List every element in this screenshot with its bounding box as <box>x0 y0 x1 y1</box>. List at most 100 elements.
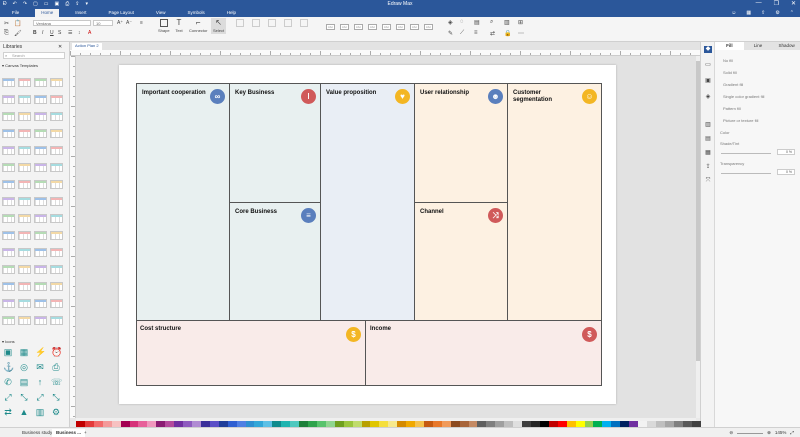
template-thumbnail[interactable] <box>34 112 47 121</box>
printer-icon[interactable]: ⎙ <box>51 362 61 372</box>
underline-icon[interactable]: U <box>50 30 54 36</box>
style-swatch-3[interactable]: Abc <box>354 24 363 30</box>
bullets-icon[interactable]: ☰ <box>68 30 72 36</box>
template-thumbnail[interactable] <box>2 282 15 291</box>
section-header-icons[interactable]: ▾ Icons <box>2 339 15 344</box>
chart-up-icon[interactable]: ▲ <box>19 407 29 417</box>
library-close-icon[interactable]: ✕ <box>58 44 62 50</box>
template-thumbnail[interactable] <box>18 146 31 155</box>
option-no-fill[interactable]: No fill <box>723 58 733 63</box>
pen-icon[interactable]: ✎ <box>448 30 453 37</box>
apps-icon[interactable]: ▦ <box>746 10 751 16</box>
template-thumbnail[interactable] <box>18 129 31 138</box>
template-thumbnail[interactable] <box>2 180 15 189</box>
template-thumbnail[interactable] <box>34 146 47 155</box>
template-thumbnail[interactable] <box>50 214 63 223</box>
template-thumbnail[interactable] <box>2 299 15 308</box>
template-thumbnail[interactable] <box>2 78 15 87</box>
template-thumbnail[interactable] <box>18 180 31 189</box>
gear-icon[interactable]: ⚙ <box>51 407 61 417</box>
template-thumbnail[interactable] <box>50 265 63 274</box>
anchor-icon[interactable]: ⚓ <box>3 362 14 372</box>
template-thumbnail[interactable] <box>2 265 15 274</box>
template-thumbnail[interactable] <box>34 197 47 206</box>
template-thumbnail[interactable] <box>18 78 31 87</box>
paste-icon[interactable]: 📋 <box>14 20 21 27</box>
section-header-templates[interactable]: ▾ Canvas Templates <box>2 63 38 68</box>
option-single-color-gradient[interactable]: Single color gradient fill <box>723 94 764 99</box>
page-tab-business-study[interactable]: Business study <box>18 429 56 437</box>
style-swatch-2[interactable]: Abc <box>340 24 349 30</box>
template-thumbnail[interactable] <box>34 129 47 138</box>
id-card-icon[interactable]: ▦ <box>19 347 29 357</box>
align-objects-icon[interactable] <box>284 19 292 28</box>
line-style-icon[interactable]: ◌ <box>460 19 464 25</box>
replace-icon[interactable]: ⇄ <box>490 30 495 37</box>
tab-shadow[interactable]: Shadow <box>772 42 800 50</box>
shadow-icon[interactable]: ▤ <box>474 19 480 26</box>
template-thumbnail[interactable] <box>50 197 63 206</box>
layers-icon[interactable]: ▥ <box>504 19 510 26</box>
template-thumbnail[interactable] <box>34 78 47 87</box>
template-thumbnail[interactable] <box>18 299 31 308</box>
style-swatch-7[interactable]: Abc <box>410 24 419 30</box>
layers-panel-icon[interactable]: ◈ <box>704 94 712 101</box>
style-swatch-1[interactable]: Abc <box>326 24 335 30</box>
cut-icon[interactable]: ✂ <box>4 20 9 27</box>
text-tool[interactable]: T Text <box>175 19 183 34</box>
shrink-font-icon[interactable]: A⁻ <box>126 20 132 26</box>
drawing-page[interactable]: Important cooperation ∞ Key Business ǀ C… <box>119 65 616 404</box>
shrink-icon[interactable]: ⤡ <box>51 392 61 402</box>
menu-tab-file[interactable]: File <box>6 9 25 17</box>
template-thumbnail[interactable] <box>50 299 63 308</box>
arrange-icon[interactable]: ⊞ <box>518 19 523 26</box>
template-thumbnail[interactable] <box>34 299 47 308</box>
template-thumbnail[interactable] <box>34 248 47 257</box>
line-color-icon[interactable]: ⟋ <box>460 30 464 37</box>
expand-icon[interactable]: ⤢ <box>3 392 13 402</box>
minimize-button[interactable]: — <box>756 0 762 7</box>
shade-slider[interactable] <box>721 153 771 154</box>
template-thumbnail[interactable] <box>2 129 15 138</box>
lock-icon[interactable]: 🔒 <box>504 30 511 37</box>
apple-icon[interactable]: ✆ <box>3 377 13 387</box>
find-icon[interactable]: ⌕ <box>490 19 493 26</box>
template-thumbnail[interactable] <box>34 95 47 104</box>
template-thumbnail[interactable] <box>2 112 15 121</box>
template-thumbnail[interactable] <box>50 146 63 155</box>
template-thumbnail[interactable] <box>34 180 47 189</box>
image-panel-icon[interactable]: ▣ <box>704 78 712 85</box>
template-thumbnail[interactable] <box>18 316 31 325</box>
cell-key-business[interactable]: Key Business ǀ <box>229 83 321 203</box>
collapse-icon[interactable]: ⤡ <box>19 392 29 402</box>
target-icon[interactable]: ◎ <box>19 362 29 372</box>
menu-tab-help[interactable]: Help <box>221 9 242 17</box>
template-thumbnail[interactable] <box>34 282 47 291</box>
cell-user-relationship[interactable]: User relationship ☻ <box>414 83 508 203</box>
zoom-in-icon[interactable]: ⊕ <box>767 429 771 437</box>
contact-card-icon[interactable]: ▣ <box>3 347 13 357</box>
template-thumbnail[interactable] <box>34 214 47 223</box>
template-thumbnail[interactable] <box>50 78 63 87</box>
cell-customer-segmentation[interactable]: Customer segmentation ☺ <box>507 83 602 321</box>
option-solid-fill[interactable]: Solid fill <box>723 70 737 75</box>
font-color-icon[interactable]: A <box>88 30 91 36</box>
upload-arrow-icon[interactable]: ↑ <box>35 377 45 387</box>
style-swatch-4[interactable]: Abc <box>368 24 377 30</box>
font-size-select[interactable]: 10 <box>93 20 113 26</box>
template-thumbnail[interactable] <box>2 248 15 257</box>
transparency-slider[interactable] <box>721 173 771 174</box>
alarm-clock-icon[interactable]: ⏰ <box>51 347 62 357</box>
fit-panel-icon[interactable]: ⤧ <box>704 178 712 185</box>
line-weight-icon[interactable]: ≡ <box>474 30 478 36</box>
template-thumbnail[interactable] <box>50 282 63 291</box>
shape-tool[interactable]: Shape <box>158 19 170 33</box>
option-pattern-fill[interactable]: Pattern fill <box>723 106 741 111</box>
template-thumbnail[interactable] <box>50 95 63 104</box>
style-swatch-5[interactable]: Abc <box>382 24 391 30</box>
swap-icon[interactable]: ⇄ <box>3 407 13 417</box>
chart-panel-icon[interactable]: ▥ <box>704 122 712 129</box>
add-page-button[interactable]: + <box>80 429 91 437</box>
template-thumbnail[interactable] <box>18 282 31 291</box>
template-thumbnail[interactable] <box>2 316 15 325</box>
